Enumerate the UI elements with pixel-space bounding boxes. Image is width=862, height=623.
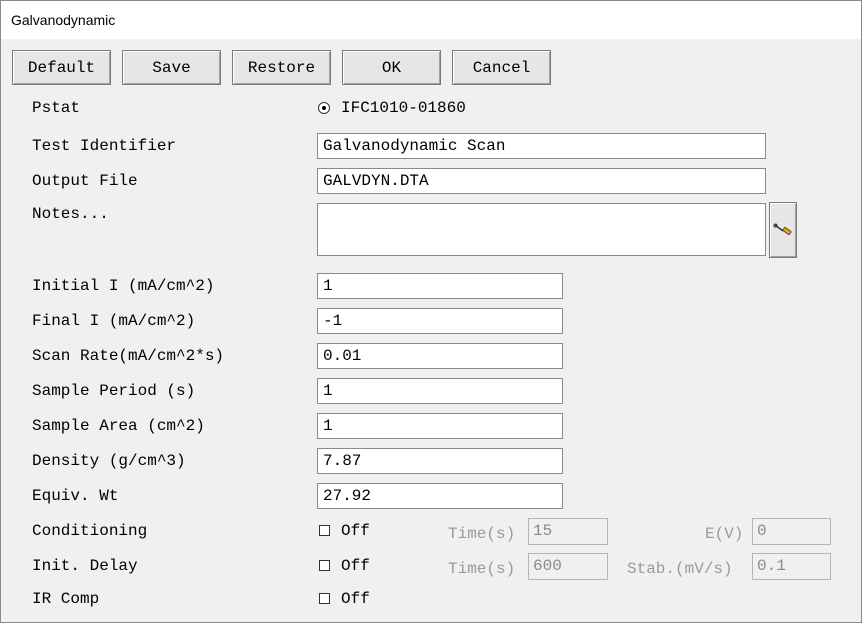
final-i-label: Final I (mA/cm^2) [32, 312, 196, 330]
initial-i-input[interactable]: 1 [317, 273, 563, 299]
sample-period-input[interactable]: 1 [317, 378, 563, 404]
init-delay-stab-label: Stab.(mV/s) [627, 560, 733, 578]
init-delay-checkbox[interactable] [319, 560, 330, 571]
scan-rate-label: Scan Rate(mA/cm^2*s) [32, 347, 225, 365]
conditioning-checkbox[interactable] [319, 525, 330, 536]
screwdriver-icon [773, 223, 792, 235]
initial-i-label: Initial I (mA/cm^2) [32, 277, 215, 295]
conditioning-time-label: Time(s) [448, 525, 516, 543]
density-label: Density (g/cm^3) [32, 452, 186, 470]
conditioning-checkbox-label: Off [341, 522, 370, 540]
output-file-input[interactable]: GALVDYN.DTA [317, 168, 766, 194]
init-delay-time-label: Time(s) [448, 560, 516, 578]
test-identifier-label: Test Identifier [32, 137, 177, 155]
init-delay-label: Init. Delay [32, 557, 138, 575]
conditioning-e-label: E(V) [705, 525, 744, 543]
notes-edit-button[interactable] [769, 202, 797, 258]
save-button[interactable]: Save [122, 50, 221, 85]
notes-textarea[interactable] [317, 203, 766, 256]
density-input[interactable]: 7.87 [317, 448, 563, 474]
default-button[interactable]: Default [12, 50, 111, 85]
sample-area-label: Sample Area (cm^2) [32, 417, 205, 435]
ir-comp-checkbox[interactable] [319, 593, 330, 604]
pstat-option-label: IFC1010-01860 [341, 99, 466, 117]
test-identifier-input[interactable]: Galvanodynamic Scan [317, 133, 766, 159]
sample-area-input[interactable]: 1 [317, 413, 563, 439]
conditioning-label: Conditioning [32, 522, 148, 540]
init-delay-stab-input[interactable]: 0.1 [752, 553, 831, 580]
restore-button[interactable]: Restore [232, 50, 331, 85]
output-file-label: Output File [32, 172, 138, 190]
equiv-wt-input[interactable]: 27.92 [317, 483, 563, 509]
cancel-button[interactable]: Cancel [452, 50, 551, 85]
conditioning-time-input[interactable]: 15 [528, 518, 608, 545]
sample-period-label: Sample Period (s) [32, 382, 196, 400]
conditioning-e-input[interactable]: 0 [752, 518, 831, 545]
pstat-radio[interactable] [318, 102, 330, 114]
notes-label: Notes... [32, 205, 109, 223]
ir-comp-label: IR Comp [32, 590, 100, 608]
init-delay-time-input[interactable]: 600 [528, 553, 608, 580]
title-bar: Galvanodynamic [1, 1, 861, 39]
ir-comp-checkbox-label: Off [341, 590, 370, 608]
final-i-input[interactable]: -1 [317, 308, 563, 334]
ok-button[interactable]: OK [342, 50, 441, 85]
scan-rate-input[interactable]: 0.01 [317, 343, 563, 369]
window-title: Galvanodynamic [11, 12, 116, 28]
dialog-window: Galvanodynamic Default Save Restore OK C… [0, 0, 862, 623]
pstat-label: Pstat [32, 99, 81, 117]
equiv-wt-label: Equiv. Wt [32, 487, 119, 505]
init-delay-checkbox-label: Off [341, 557, 370, 575]
